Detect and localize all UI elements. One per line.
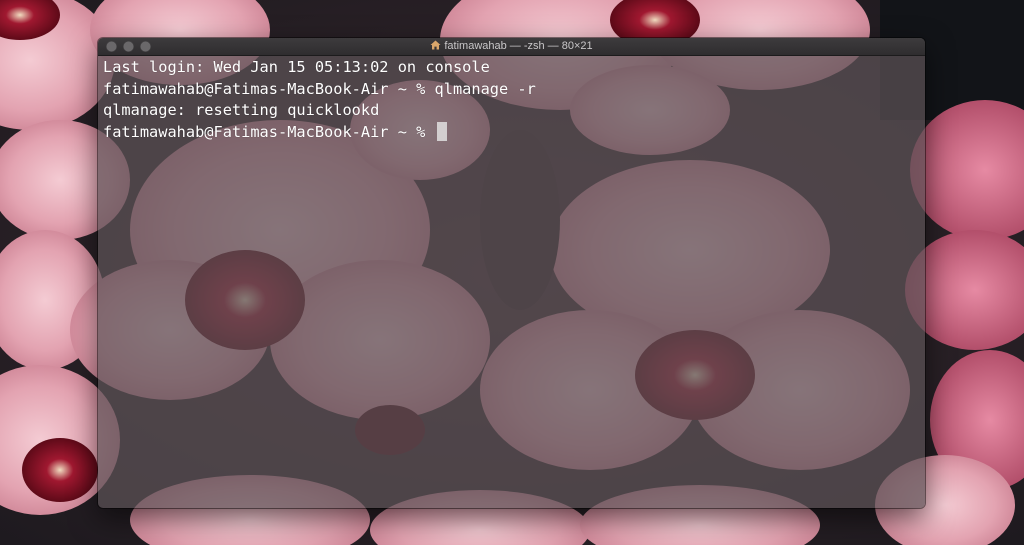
terminal-line-command: fatimawahab@Fatimas-MacBook-Air ~ % qlma…: [103, 79, 536, 98]
terminal-scroll-area[interactable]: [915, 56, 925, 508]
terminal-window[interactable]: fatimawahab — -zsh — 80×21 Last login: W…: [98, 38, 925, 508]
window-title-area: fatimawahab — -zsh — 80×21: [98, 38, 925, 55]
terminal-output[interactable]: Last login: Wed Jan 15 05:13:02 on conso…: [98, 56, 925, 508]
terminal-line-output: qlmanage: resetting quicklookd: [103, 101, 380, 119]
window-title: fatimawahab — -zsh — 80×21: [444, 40, 593, 52]
text-cursor: [436, 121, 447, 141]
home-folder-icon: [430, 39, 441, 56]
desktop: fatimawahab — -zsh — 80×21 Last login: W…: [0, 0, 1024, 545]
terminal-line-last-login: Last login: Wed Jan 15 05:13:02 on conso…: [103, 58, 490, 76]
terminal-prompt: fatimawahab@Fatimas-MacBook-Air ~ %: [103, 122, 435, 141]
terminal-prompt-line[interactable]: fatimawahab@Fatimas-MacBook-Air ~ %: [103, 121, 925, 144]
window-titlebar[interactable]: fatimawahab — -zsh — 80×21: [98, 38, 925, 56]
